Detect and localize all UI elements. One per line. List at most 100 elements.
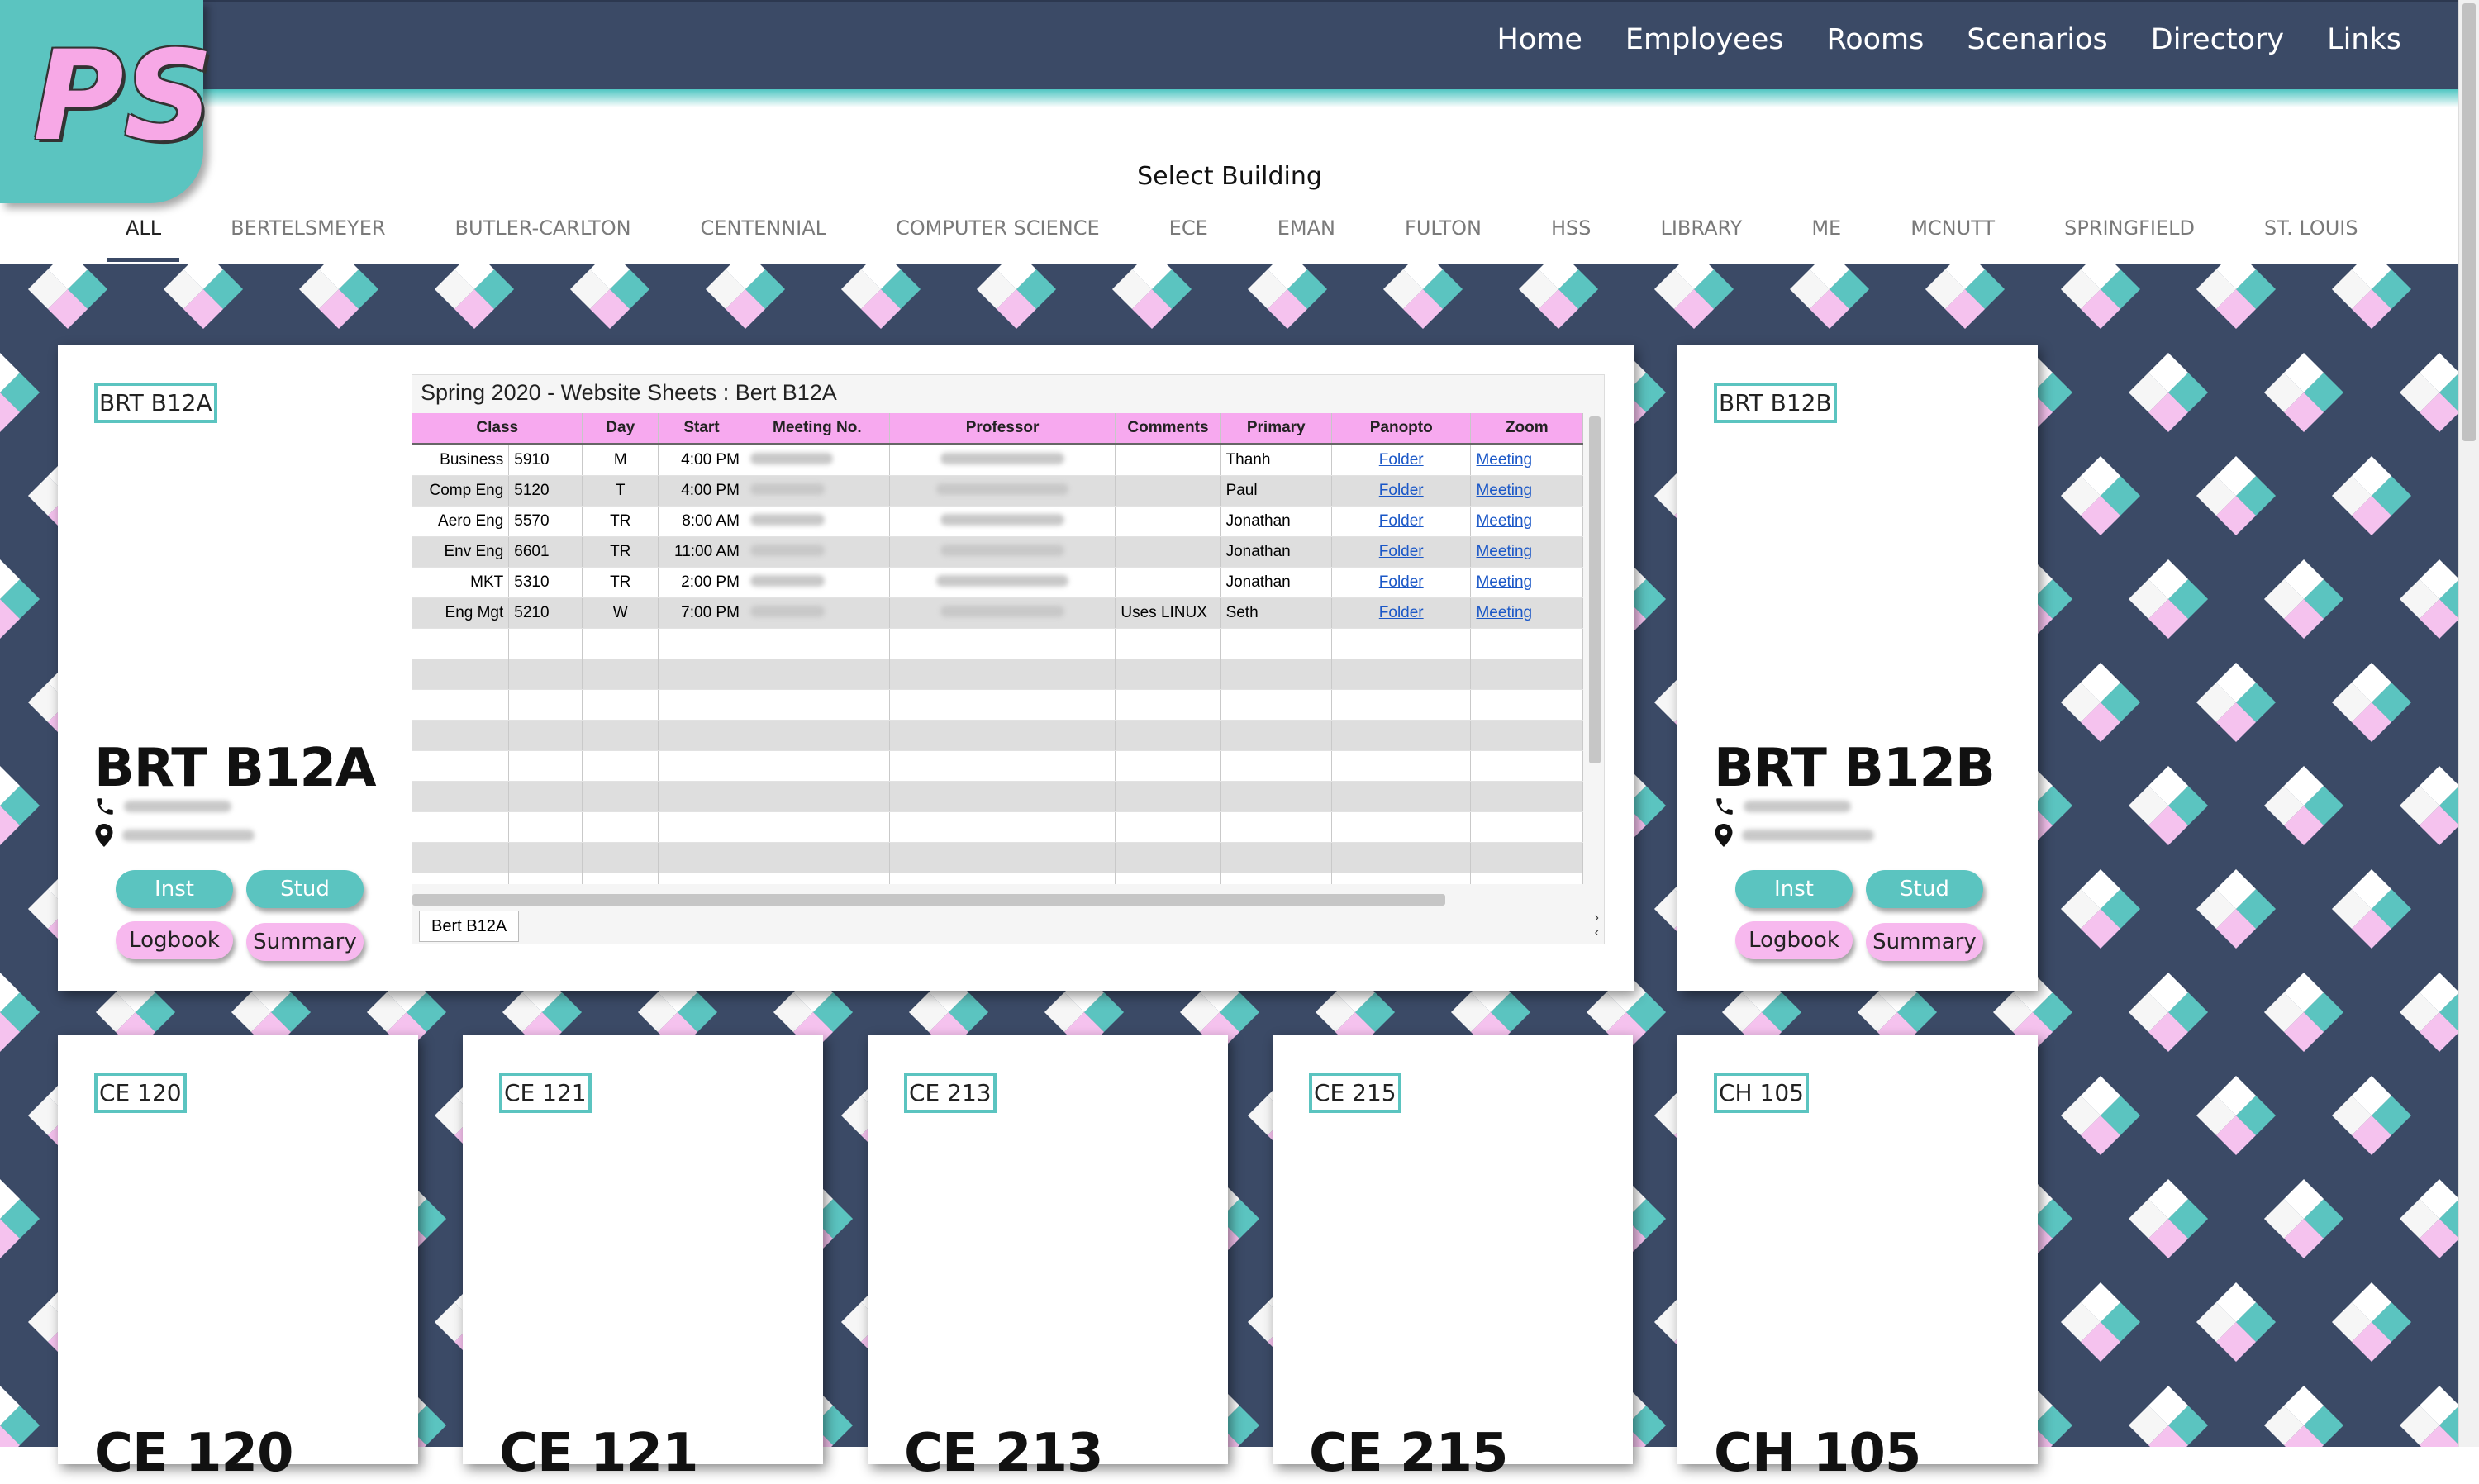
- embedded-spreadsheet[interactable]: Spring 2020 - Website Sheets : Bert B12A…: [412, 374, 1605, 944]
- zoom-meeting-link[interactable]: Meeting: [1476, 573, 1532, 591]
- professor-cell: [889, 444, 1116, 476]
- page-scrollbar-thumb[interactable]: [2462, 3, 2476, 441]
- sheet-grid[interactable]: Class Day Start Meeting No. Professor Co…: [412, 413, 1583, 884]
- inst-button[interactable]: Inst: [116, 870, 233, 908]
- schedule-table-body: Business 5910 M 4:00 PM Thanh Folder Meeting Co…: [412, 444, 1583, 884]
- tab-eman[interactable]: EMAN: [1278, 213, 1335, 262]
- nav-directory[interactable]: Directory: [2151, 23, 2284, 56]
- professor-cell: [889, 597, 1116, 629]
- room-title: CH 105: [1714, 1423, 1921, 1484]
- empty-cell: [1470, 781, 1583, 812]
- address-redacted: [1742, 830, 1874, 841]
- empty-cell: [1331, 811, 1472, 843]
- zoom-meeting-link[interactable]: Meeting: [1476, 512, 1532, 530]
- sheet-horizontal-scrollbar[interactable]: [412, 894, 1445, 906]
- inst-button[interactable]: Inst: [1735, 870, 1853, 908]
- tab-fulton[interactable]: FULTON: [1405, 213, 1482, 262]
- redacted-value: [940, 545, 1065, 556]
- empty-cell: [1331, 628, 1472, 659]
- summary-button[interactable]: Summary: [246, 923, 364, 961]
- room-card-ch-105[interactable]: CH 105 CH 105: [1677, 1035, 2038, 1484]
- room-card-ce-213[interactable]: CE 213 CE 213: [868, 1035, 1228, 1484]
- nav-rooms[interactable]: Rooms: [1826, 23, 1924, 56]
- summary-button[interactable]: Summary: [1866, 923, 1983, 961]
- empty-cell: [1220, 781, 1332, 812]
- class-number: 5310: [508, 567, 583, 598]
- meeting-no-cell: [745, 567, 890, 598]
- panopto-folder-link[interactable]: Folder: [1379, 512, 1424, 530]
- stud-button[interactable]: Stud: [1866, 870, 1983, 908]
- day-cell: TR: [582, 567, 659, 598]
- panopto-folder-link[interactable]: Folder: [1379, 543, 1424, 560]
- professor-cell: [889, 536, 1116, 568]
- nav-scenarios[interactable]: Scenarios: [1967, 23, 2107, 56]
- room-card-brt-b12a[interactable]: BRT B12A BRT B12A Inst Stud Logbook Summ…: [58, 345, 1634, 991]
- nav-employees[interactable]: Employees: [1625, 23, 1784, 56]
- tab-computer-science[interactable]: COMPUTER SCIENCE: [896, 213, 1100, 262]
- zoom-meeting-link[interactable]: Meeting: [1476, 604, 1532, 621]
- phone-icon: [1716, 798, 1733, 815]
- sheet-tab-scroll-arrows[interactable]: › ‹: [1595, 911, 1599, 940]
- sheet-vertical-scrollbar[interactable]: [1589, 416, 1601, 763]
- logbook-button[interactable]: Logbook: [1735, 921, 1853, 959]
- empty-cell: [889, 811, 1116, 843]
- empty-cell: [658, 750, 745, 782]
- tab-springfield[interactable]: SPRINGFIELD: [2064, 213, 2195, 262]
- tab-all[interactable]: ALL: [107, 213, 180, 262]
- empty-cell: [1331, 659, 1472, 690]
- empty-cell: [745, 720, 890, 751]
- empty-cell: [508, 659, 583, 690]
- nav-links[interactable]: Links: [2327, 23, 2401, 56]
- tab-butler-carlton[interactable]: BUTLER-CARLTON: [455, 213, 631, 262]
- room-card-brt-b12b[interactable]: BRT B12B BRT B12B Inst Stud Logbook Summ…: [1677, 345, 2038, 991]
- col-header-comments: Comments: [1115, 413, 1221, 445]
- zoom-meeting-link[interactable]: Meeting: [1476, 482, 1532, 499]
- table-row: Eng Mgt 5210 W 7:00 PM Uses LINUX Seth Folder M…: [412, 597, 1583, 629]
- professor-cell: [889, 475, 1116, 507]
- empty-cell: [412, 689, 510, 721]
- panopto-folder-link[interactable]: Folder: [1379, 604, 1424, 621]
- room-image-placeholder: CE 215: [1309, 1073, 1401, 1113]
- room-image-placeholder: BRT B12A: [94, 383, 217, 423]
- tab-bertelsmeyer[interactable]: BERTELSMEYER: [231, 213, 385, 262]
- comments-cell: [1115, 444, 1221, 476]
- tab-st-louis[interactable]: ST. LOUIS: [2264, 213, 2358, 262]
- empty-cell: [1115, 842, 1221, 873]
- tab-hss[interactable]: HSS: [1551, 213, 1592, 262]
- col-header-start: Start: [658, 413, 745, 445]
- site-logo[interactable]: PS: [0, 0, 213, 203]
- panopto-folder-link[interactable]: Folder: [1379, 482, 1424, 499]
- tab-me[interactable]: ME: [1811, 213, 1841, 262]
- page-scrollbar[interactable]: [2458, 0, 2479, 1447]
- comments-cell: Uses LINUX: [1115, 597, 1221, 629]
- room-image-placeholder: CE 120: [94, 1073, 187, 1113]
- empty-row: [412, 842, 1583, 873]
- room-card-ce-121[interactable]: CE 121 CE 121: [463, 1035, 823, 1484]
- panopto-folder-link[interactable]: Folder: [1379, 573, 1424, 591]
- zoom-cell: Meeting: [1470, 536, 1583, 568]
- zoom-meeting-link[interactable]: Meeting: [1476, 451, 1532, 469]
- room-title: CE 215: [1309, 1423, 1509, 1484]
- tab-mcnutt[interactable]: MCNUTT: [1910, 213, 1995, 262]
- empty-cell: [1115, 811, 1221, 843]
- empty-row: [412, 628, 1583, 659]
- empty-cell: [1220, 689, 1332, 721]
- tab-ece[interactable]: ECE: [1169, 213, 1208, 262]
- tab-library[interactable]: LIBRARY: [1660, 213, 1742, 262]
- zoom-meeting-link[interactable]: Meeting: [1476, 543, 1532, 560]
- tab-centennial[interactable]: CENTENNIAL: [701, 213, 826, 262]
- map-marker-icon: [95, 824, 113, 847]
- table-row: Comp Eng 5120 T 4:00 PM Paul Folder Meeting: [412, 475, 1583, 507]
- nav-home[interactable]: Home: [1497, 23, 1582, 56]
- empty-cell: [1331, 750, 1472, 782]
- empty-cell: [508, 720, 583, 751]
- sheet-tab[interactable]: Bert B12A: [419, 911, 520, 942]
- empty-cell: [508, 689, 583, 721]
- empty-cell: [582, 842, 659, 873]
- stud-button[interactable]: Stud: [246, 870, 364, 908]
- panopto-folder-link[interactable]: Folder: [1379, 451, 1424, 469]
- phone-redacted: [124, 801, 231, 812]
- room-card-ce-215[interactable]: CE 215 CE 215: [1273, 1035, 1633, 1484]
- room-card-ce-120[interactable]: CE 120 CE 120: [58, 1035, 418, 1484]
- logbook-button[interactable]: Logbook: [116, 921, 233, 959]
